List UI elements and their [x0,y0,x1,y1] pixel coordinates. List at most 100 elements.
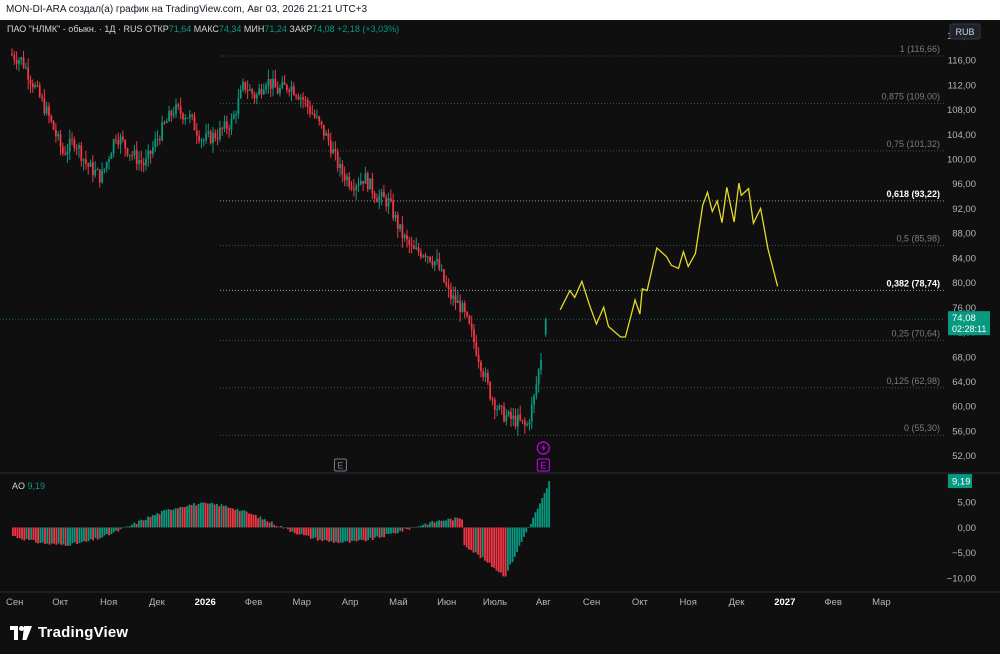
candle-body [327,133,330,141]
ao-bar [312,527,315,539]
ao-bar [461,519,463,528]
close-value: 74,08 [312,24,337,34]
ao-bar [154,515,156,528]
candle-body [219,127,221,140]
time-tick-label: 2027 [774,597,795,608]
candle-body [244,81,247,91]
ao-bar [316,527,319,541]
tradingview-logo[interactable]: TradingView [10,624,128,641]
candle-body [422,255,425,257]
candle-body [456,300,459,303]
time-tick-label: Дек [149,597,166,608]
symbol-legend[interactable]: ПАО "НЛМК" - обыкн. · 1Д · RUS ОТКР71,64… [7,24,399,34]
time-tick-label: Фев [245,597,263,608]
candle-body [34,84,36,88]
candle-body [350,186,353,189]
ao-bar [369,527,372,538]
candle-body [357,184,360,186]
candle-body [133,150,136,156]
bar-countdown: 02:28:11 [952,324,986,334]
candle-body [96,169,99,171]
ao-bar [401,527,404,532]
ao-bar [484,527,486,561]
ao-bar [46,527,49,544]
ao-bar [470,527,473,551]
candle-body [115,139,117,141]
ao-bar [305,527,308,536]
candle-body [85,159,87,164]
candle-body [288,90,291,92]
candle-body [343,174,346,181]
currency-label: RUB [955,27,974,37]
ao-bar [495,527,498,571]
price-tick-label: 60,00 [952,402,976,413]
candle-body [140,160,143,163]
candle-body [470,323,473,330]
ao-bar [376,527,379,537]
candle-body [383,191,385,198]
candle-body [149,150,152,154]
candle-body [228,128,231,130]
candle-body [200,140,203,142]
earnings-marker-label: E [540,461,546,471]
ao-bar [149,517,152,528]
ao-tick-label: −10,00 [947,573,976,584]
ao-bar [232,508,234,528]
candle-body [505,415,508,422]
candle-body [59,134,62,147]
ao-bar [355,527,358,542]
price-tick-label: 96,00 [952,179,976,190]
candle-body [475,342,478,356]
ao-bar [309,527,312,539]
candle-body [392,200,395,219]
ao-bar [140,519,143,528]
ao-bar [243,510,246,528]
ao-bar [548,481,551,528]
ao-bar [380,527,383,537]
ao-bar [57,527,60,544]
candle-body [216,138,219,140]
candle-body [491,399,494,401]
candle-body [45,106,48,114]
ao-bar [468,527,470,550]
time-tick-label: Окт [632,597,649,608]
ao-bar [417,526,420,528]
ao-bar [67,527,69,546]
ao-bar [362,527,365,541]
fib-level-label: 0,618 (93,22) [886,189,940,199]
candle-body [466,311,468,316]
ao-bar [275,526,278,528]
candle-body [66,151,69,155]
candle-body [426,256,429,258]
candle-body [306,99,309,107]
candle-body [195,130,198,136]
candle-body [309,106,311,114]
ao-bar [351,527,353,541]
ao-bar [280,525,282,528]
candle-body [253,93,256,99]
ao-bar [518,527,521,546]
ao-bar [103,527,106,536]
candle-body [177,104,180,107]
price-tick-label: 104,00 [947,130,976,141]
ao-bar [254,515,257,528]
ao-bar [303,527,305,536]
ao-legend[interactable]: AO 9,19 [12,481,45,491]
ao-bar [527,527,530,529]
ao-bar [257,518,260,528]
ao-bar [87,527,90,542]
ao-bar [16,527,19,539]
time-tick-label: Ноя [100,597,117,608]
ao-bar [50,527,53,544]
candle-body [272,78,274,89]
candle-body [362,181,365,184]
candle-body [281,82,284,88]
ao-bar [133,522,136,528]
ao-tag-value: 9,19 [952,477,971,488]
candle-body [311,113,314,115]
ao-bar [378,527,381,538]
candle-body [482,371,485,377]
chart[interactable]: 1 (116,66) 0,875 (109,00) 0,75 (101,32) 0,6… [0,20,1000,614]
last-price-value: 74,08 [952,313,976,324]
ao-bar [124,526,127,528]
